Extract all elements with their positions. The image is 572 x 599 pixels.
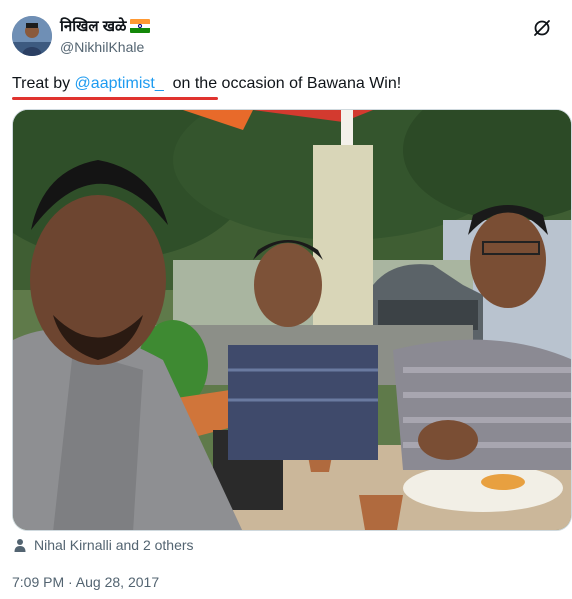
avatar[interactable] (12, 16, 52, 56)
tweet-text-suffix: on the occasion of Bawana Win! (163, 75, 402, 92)
person-icon (14, 539, 26, 552)
author-handle[interactable]: @NikhilKhale (60, 39, 144, 55)
mention-link[interactable]: @aaptimist_ (75, 75, 164, 92)
tweet-photo[interactable] (12, 109, 572, 531)
photo-image (13, 110, 571, 530)
tagged-people[interactable]: Nihal Kirnalli and 2 others (12, 537, 194, 553)
author-display-name[interactable]: निखिल खळे (60, 16, 126, 36)
tweet-text-prefix: Treat by (12, 75, 75, 92)
author-name-row[interactable]: निखिल खळे (60, 16, 151, 36)
grok-icon[interactable] (532, 18, 552, 38)
india-flag-icon (130, 19, 151, 33)
tweet-text: Treat by @aaptimist_ on the occasion of … (12, 73, 401, 95)
avatar-image (12, 16, 52, 56)
tweet-timestamp[interactable]: 7:09 PM · Aug 28, 2017 (12, 574, 159, 590)
tagged-people-label: Nihal Kirnalli and 2 others (34, 537, 194, 553)
red-underline-annotation (12, 97, 218, 100)
